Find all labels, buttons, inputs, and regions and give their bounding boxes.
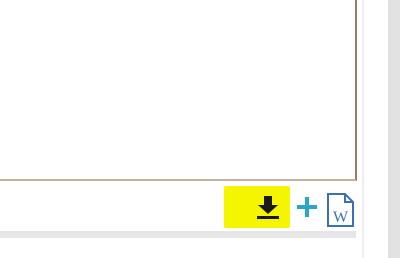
word-document-icon: W xyxy=(327,193,354,227)
content-pane xyxy=(0,0,357,181)
attachment-toolbar: W xyxy=(0,181,360,229)
vertical-scrollbar[interactable] xyxy=(388,0,400,258)
word-export-button[interactable]: W xyxy=(325,192,355,228)
viewport: W xyxy=(0,0,400,258)
horizontal-scrollbar[interactable] xyxy=(0,231,356,238)
add-button[interactable] xyxy=(296,196,318,218)
word-letter: W xyxy=(333,209,349,226)
pane-divider xyxy=(362,0,364,258)
download-icon xyxy=(257,196,279,219)
download-button[interactable] xyxy=(224,186,290,228)
plus-icon xyxy=(297,197,317,217)
